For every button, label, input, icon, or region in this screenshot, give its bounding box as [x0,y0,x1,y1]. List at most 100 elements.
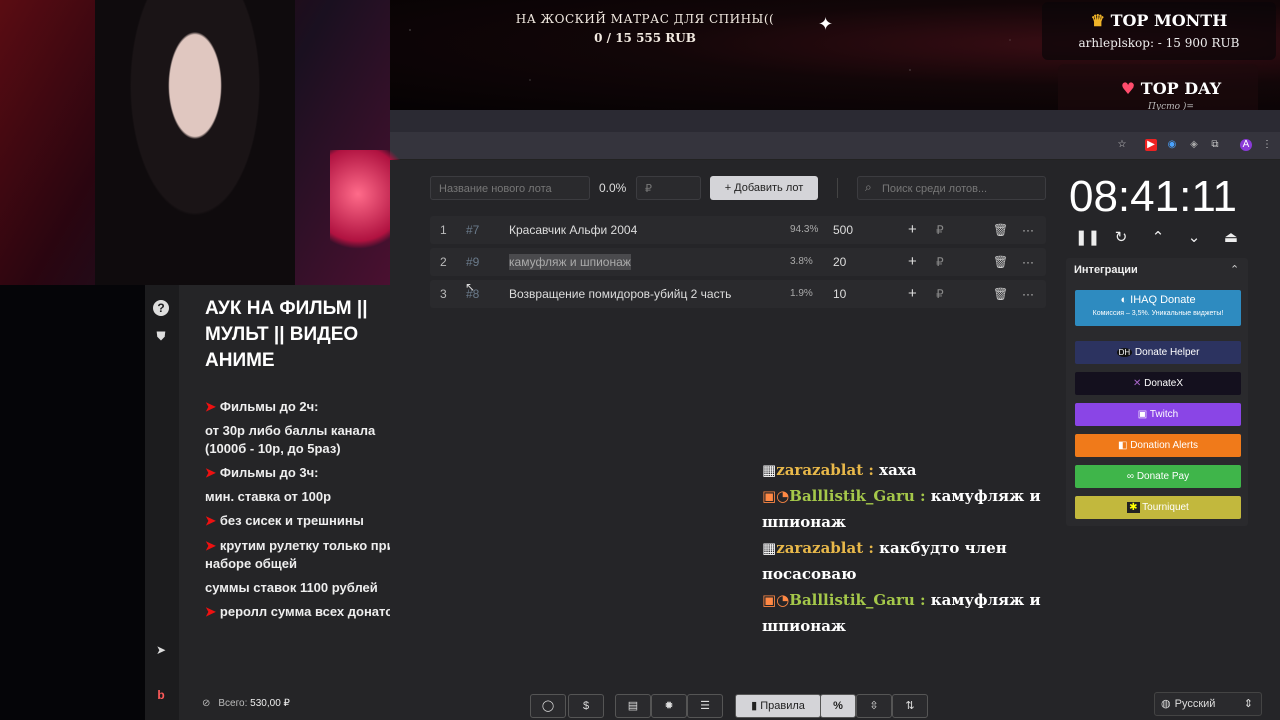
extension-icon[interactable]: ◉ [1166,139,1178,151]
add-amount-icon[interactable]: + [908,280,917,308]
chat-text: хаха [879,461,917,479]
donation-goal-title: НА ЖОСКИЙ МАТРАС ДЛЯ СПИНЫ(( [515,12,775,26]
currency-icon[interactable]: ₽ [936,248,944,276]
trash-icon[interactable]: 🗑 [993,216,1008,244]
donate-pay-label: Donate Pay [1136,471,1190,482]
sort-icon[interactable]: ⇅ [892,694,928,718]
lot-name[interactable]: Возвращение помидоров-убийц 2 часть [509,280,731,308]
donation-alerts-button[interactable]: ◧ Donation Alerts [1075,434,1241,457]
globe-icon: ◍ [1161,698,1171,710]
clear-list-icon[interactable]: ☰ [687,694,723,718]
add-amount-icon[interactable]: + [908,216,917,244]
tourniquet-button[interactable]: ✱ Tourniquet [1075,496,1241,519]
save-icon[interactable]: ▤ [615,694,651,718]
rules-label: Правила [760,700,805,712]
more-icon[interactable]: ··· [1022,248,1034,276]
link-icon: ∞ [1126,471,1137,482]
star-icon[interactable]: ☆ [1116,139,1128,151]
help-icon[interactable]: ? [153,300,169,316]
dollar-icon[interactable]: $ [568,694,604,718]
more-icon[interactable]: ··· [1022,216,1034,244]
ihaq-label: IHAQ Donate [1130,294,1196,306]
github-icon[interactable]: ◯ [530,694,566,718]
more-icon[interactable]: ··· [1022,280,1034,308]
add-lot-label: Добавить лот [734,182,804,194]
add-lot-button[interactable]: + Добавить лот [710,176,818,200]
chevron-up-icon[interactable]: ⌃ [1149,229,1167,247]
currency-icon[interactable]: ₽ [936,216,944,244]
eject-icon[interactable]: ⏏ [1222,229,1240,247]
starfield-background [0,285,145,720]
chevron-up-icon[interactable]: ⌃ [1230,263,1239,276]
lot-row[interactable]: 1 #7 Красавчик Альфи 2004 94.3% 500 + ₽ … [430,216,1046,244]
donatex-button[interactable]: ✕ DonateX [1075,372,1241,395]
donation-alerts-label: Donation Alerts [1130,440,1199,451]
search-input[interactable]: Поиск среди лотов... [857,176,1046,200]
shield-icon[interactable]: ⛊ [153,328,169,344]
rules-button[interactable]: ▮ Правила [735,694,821,718]
twitch-icon: ▣ [1137,409,1150,420]
rule-item: суммы ставок 1100 рублей [205,579,415,597]
add-amount-icon[interactable]: + [908,248,917,276]
book-icon: ▮ [751,700,761,712]
lot-row[interactable]: 2 #9 камуфляж и шпионаж 3.8% 20 + ₽ 🗑 ··… [430,248,1046,276]
rule-text: Фильмы до 3ч: [219,465,319,480]
trash-icon[interactable]: 🗑 [993,248,1008,276]
top-day-title: ♥ TOP DAY [1058,79,1280,98]
chat-message: ▦zarazablat : хаха [762,457,1062,483]
lot-name[interactable]: Красавчик Альфи 2004 [509,216,637,244]
arrow-icon: ➤ [205,465,216,480]
arrow-icon: ➤ [205,604,216,619]
browser-tab-strip [390,110,1280,132]
extension-icon[interactable]: ◈ [1188,139,1200,151]
donate-helper-label: Donate Helper [1134,347,1200,358]
chat-message: ▣◔Balllistik_Garu : камуфляж и шпионаж [762,587,1042,639]
lot-index: 1 [440,223,447,237]
mouse-cursor: ↖ [465,280,476,294]
reset-icon[interactable]: ↻ [1112,229,1130,247]
twitch-button[interactable]: ▣ Twitch [1075,403,1241,426]
telegram-icon[interactable]: ➤ [153,642,169,658]
total-value: 530,00 ₽ [250,698,290,709]
auction-timer: 08:41:11 [1068,172,1237,221]
lot-amount[interactable]: 500 [833,216,853,244]
puzzle-icon[interactable]: ⧉ [1209,139,1221,151]
donatex-label: DonateX [1144,378,1184,389]
donate-helper-button[interactable]: DH Donate Helper [1075,341,1241,364]
lot-amount[interactable]: 10 [833,280,846,308]
lot-percent: 94.3% [790,224,819,235]
rule-item: мин. ставка от 100р [205,488,415,506]
donate-pay-button[interactable]: ∞ Donate Pay [1075,465,1241,488]
menu-icon[interactable]: ⋮ [1261,139,1273,151]
lot-index: 3 [440,287,447,301]
x-icon: ✕ [1132,378,1145,389]
sparkle-icon: ✦ [818,14,834,34]
ihaq-donate-label: ◐ IHAQ Donate [1075,292,1241,308]
bug-icon[interactable]: ✹ [651,694,687,718]
lot-id: #7 [466,223,480,237]
chevron-down-icon[interactable]: ⌄ [1185,229,1203,247]
chat-username: Balllistik_Garu : [789,487,926,505]
lot-name[interactable]: камуфляж и шпионаж [509,254,631,270]
rule-text: крутим рулетку только при наборе общей [205,538,395,571]
boosty-icon[interactable]: b [153,687,169,703]
rule-text: суммы ставок 1100 рублей [205,580,378,595]
top-day-label: TOP DAY [1140,79,1222,98]
trash-icon[interactable]: 🗑 [993,280,1008,308]
total-summary: ⊘ Всего: 530,00 ₽ [202,698,290,709]
youtube-extension-icon[interactable]: ▶ [1145,139,1157,151]
split-icon[interactable]: ⇳ [856,694,892,718]
profile-avatar[interactable]: A [1240,139,1252,151]
eye-off-icon[interactable]: ⊘ [202,698,210,709]
integrations-title: Интеграции [1074,264,1138,276]
lot-row[interactable]: 3 #8 Возвращение помидоров-убийц 2 часть… [430,280,1046,308]
pause-icon[interactable]: ❚❚ [1075,229,1100,247]
ihaq-donate-button[interactable]: ◐ IHAQ Donate Комиссия – 3,5%. Уникальны… [1075,290,1241,326]
lot-name-input[interactable]: Название нового лота [430,176,590,200]
language-select[interactable]: ◍ Русский ⇕ [1154,692,1262,716]
lot-amount[interactable]: 20 [833,248,846,276]
lot-amount-input[interactable]: ₽ [636,176,701,200]
percent-toggle[interactable]: % [820,694,856,718]
currency-icon[interactable]: ₽ [936,280,944,308]
rule-item: ➤ Фильмы до 2ч: [205,398,415,416]
